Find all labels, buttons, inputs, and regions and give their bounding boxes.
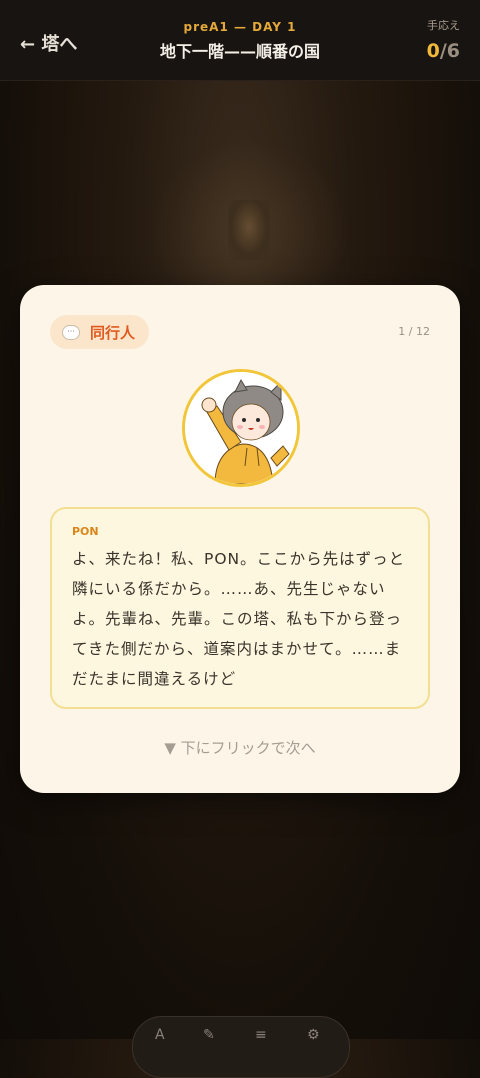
page-title: 地下一階——順番の国	[159, 42, 320, 61]
flick-next-hint[interactable]: ▼ 下にフリックで次へ	[20, 737, 460, 758]
score-current: 0	[426, 40, 440, 62]
score-readout: 0/6	[427, 40, 460, 62]
nav-pen-icon[interactable]: ✎	[203, 1027, 215, 1043]
dialogue-box: PON よ、来たね！私、PON。ここから先はずっと隣にいる係だから。……あ、先生…	[50, 507, 430, 709]
dialogue-text: よ、来たね！私、PON。ここから先はずっと隣にいる係だから。……あ、先生じゃない…	[72, 550, 406, 688]
wall-lamp	[228, 200, 270, 260]
speaker-name: PON	[72, 525, 99, 538]
nav-gear-icon[interactable]: ⚙	[307, 1027, 320, 1043]
score-total: /6	[439, 40, 460, 62]
nav-font-icon[interactable]: A	[155, 1027, 165, 1043]
nav-menu-icon[interactable]: ≡	[255, 1027, 267, 1043]
top-bar: ← 塔へ preA1 — DAY 1 地下一階——順番の国 手応え 0/6	[0, 0, 480, 81]
bottom-nav: A ✎ ≡ ⚙	[132, 1016, 350, 1078]
flick-next-hint-label: 下にフリックで次へ	[180, 739, 316, 757]
score-label: 手応え	[427, 19, 460, 32]
character-avatar	[182, 369, 300, 487]
companion-badge-label: 同行人	[90, 323, 136, 342]
dialogue-card[interactable]: ··· 同行人 1 / 12 PON よ、来たね！私、PON。ここから先はずっと…	[20, 285, 460, 793]
companion-badge: ··· 同行人	[50, 315, 150, 349]
level-subtitle: preA1 — DAY 1	[183, 20, 297, 34]
triangle-down-icon: ▼	[164, 739, 176, 757]
speech-bubble-icon: ···	[62, 324, 80, 340]
page-counter: 1 / 12	[398, 325, 430, 338]
